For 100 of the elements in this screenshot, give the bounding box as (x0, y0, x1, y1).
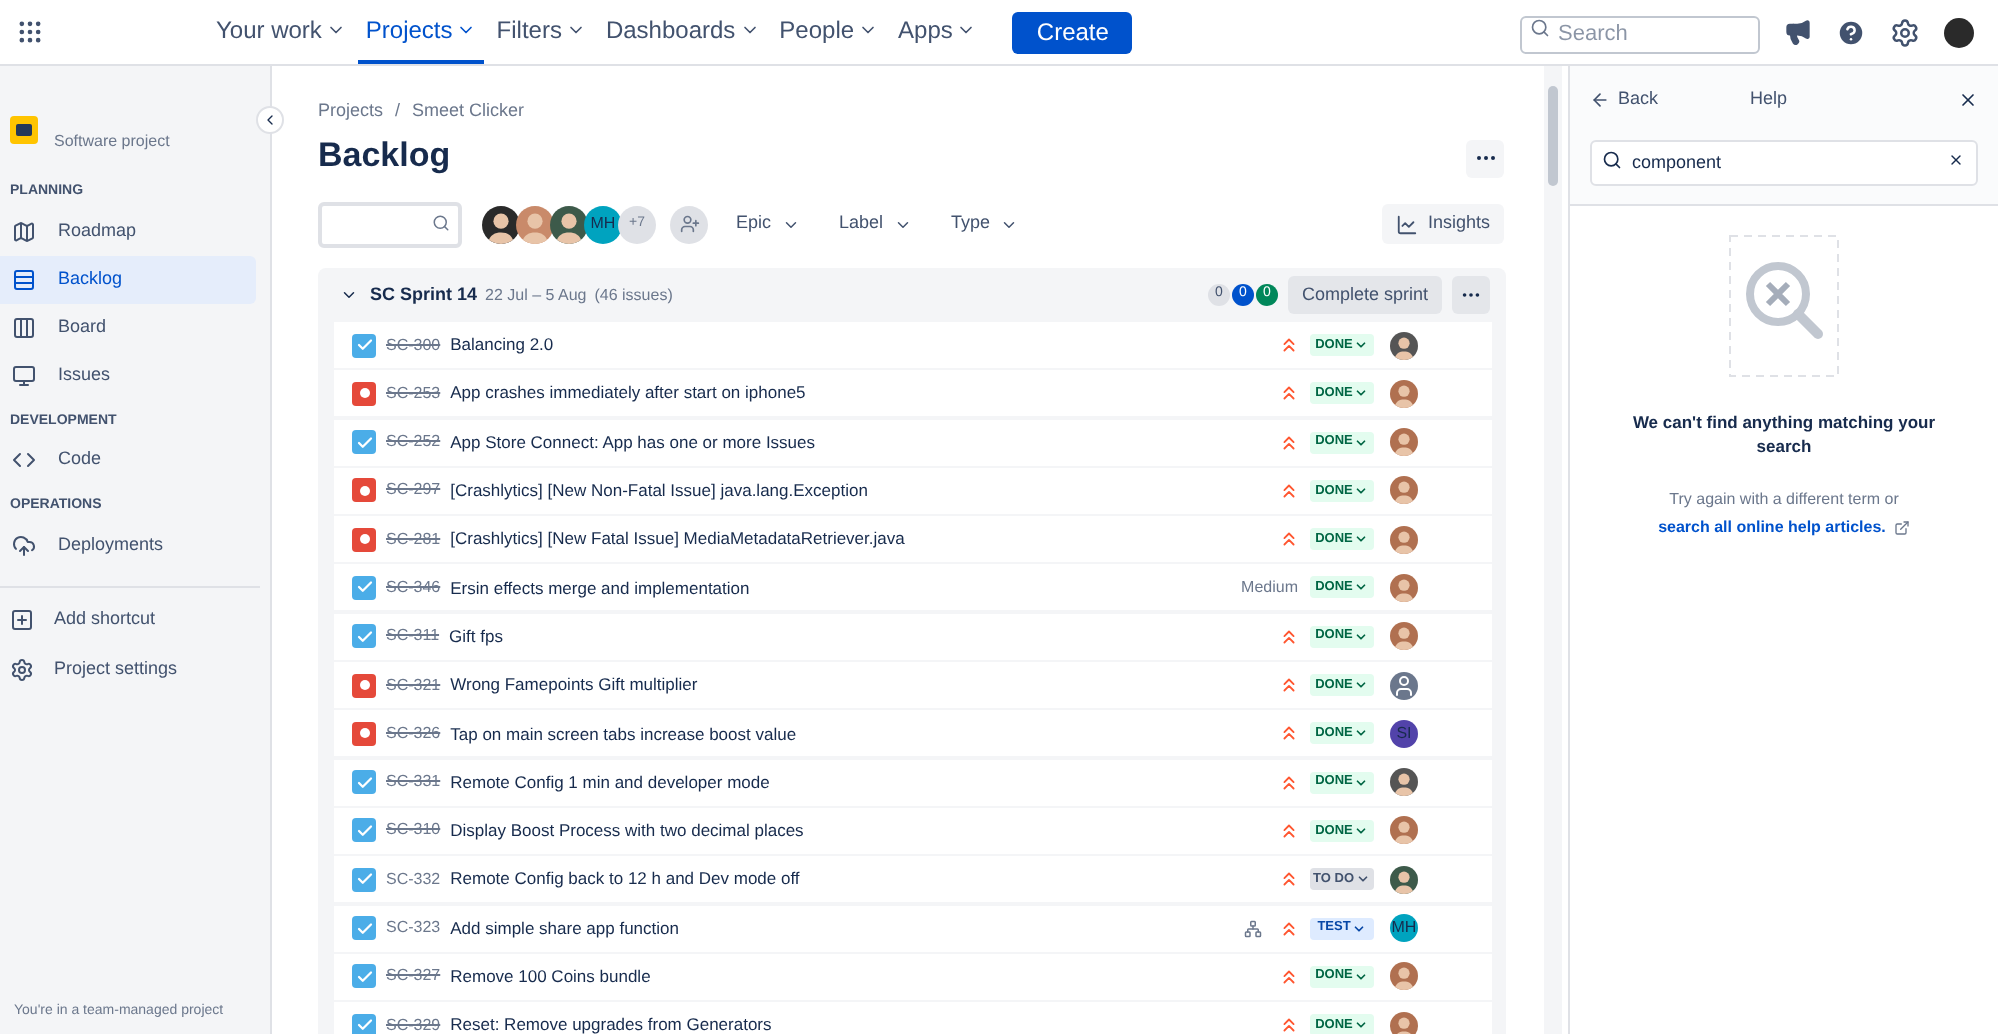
avatar: MH (1390, 914, 1418, 943)
no-results-icon (1728, 233, 1840, 377)
priority-icon (1278, 965, 1300, 988)
complete-sprint-button[interactable]: Complete sprint (1287, 276, 1442, 314)
issue-key[interactable]: SC-329 (386, 1013, 441, 1034)
issue-key[interactable]: SC-321 (386, 673, 441, 698)
priority-icon (1278, 771, 1300, 794)
issue-summary: Display Boost Process with two decimal places (450, 818, 804, 844)
back-button[interactable]: Back (1590, 86, 1659, 114)
issue-summary: Gift fps (449, 623, 503, 650)
nav-menu[interactable]: Apps (890, 0, 985, 64)
breadcrumb-link[interactable]: Smeet Clicker (412, 98, 525, 125)
priority-icon (1278, 674, 1300, 697)
more-button[interactable] (1466, 139, 1504, 178)
issue-summary: Remote Config back to 12 h and Dev mode off (450, 866, 800, 893)
help-link[interactable]: search all online help articles. (1658, 515, 1886, 539)
megaphone-icon[interactable] (1784, 18, 1812, 46)
sidebar-item[interactable]: Backlog (0, 255, 256, 303)
issue-key[interactable]: SC-311 (386, 624, 440, 649)
avatar (1390, 671, 1418, 700)
nav-menu[interactable]: Filters (488, 0, 594, 64)
settings-icon[interactable] (1890, 17, 1920, 47)
collapse-button[interactable] (256, 106, 284, 134)
issue-summary: Wrong Famepoints Gift multiplier (450, 672, 698, 698)
scrollbar[interactable] (1544, 66, 1562, 1034)
cloud-upload-icon (12, 533, 36, 557)
priority-icon (1278, 917, 1300, 940)
filter-dropdown[interactable]: Label (839, 210, 912, 238)
search-icon (1530, 18, 1550, 38)
issue-key[interactable]: SC-253 (386, 381, 441, 406)
issue-summary: Add simple share app function (450, 915, 679, 941)
priority-icon (1278, 334, 1300, 356)
search-field[interactable]: Search (1520, 15, 1760, 53)
sidebar-item[interactable]: Code (0, 436, 256, 484)
chevron-left-icon (262, 112, 278, 128)
clear-icon[interactable] (1948, 152, 1964, 168)
chevron-down-icon (1354, 386, 1369, 401)
chevron-down-icon (1354, 823, 1369, 838)
sidebar-item[interactable]: Issues (0, 351, 256, 399)
issue-summary: Remote Config 1 min and developer mode (450, 769, 770, 796)
issue-count: (46 issues) (594, 283, 673, 307)
filter-dropdown[interactable]: Type (951, 210, 1019, 238)
avatar: MH (584, 205, 622, 243)
sidebar-item[interactable]: Board (0, 303, 256, 351)
filter-dropdown[interactable]: Epic (736, 210, 800, 238)
project-icon (10, 116, 38, 144)
issue-key[interactable]: SC-300 (386, 333, 441, 357)
nav-menu[interactable]: Dashboards (597, 0, 768, 64)
close-icon[interactable] (1958, 90, 1978, 110)
issue-key[interactable]: SC-252 (386, 430, 441, 455)
issue-summary: App crashes immediately after start on iphone5 (450, 380, 806, 407)
issue-summary: App Store Connect: App has one or more Issues (450, 429, 816, 455)
issue-key[interactable]: SC-310 (386, 818, 441, 843)
priority-icon (1278, 479, 1300, 502)
create-button[interactable]: Create (1012, 11, 1133, 53)
collapse-icon[interactable] (340, 286, 358, 304)
chevron-down-icon (1354, 969, 1369, 984)
settings-icon (10, 658, 34, 682)
nav-menu[interactable]: Your work (208, 0, 354, 64)
chart-icon (1395, 213, 1418, 235)
chevron-down-icon (1354, 338, 1369, 352)
sidebar-item[interactable]: Add shortcut (0, 595, 256, 645)
add-person-icon[interactable] (670, 205, 708, 243)
priority-icon (1278, 431, 1300, 454)
profile-avatar[interactable] (1944, 17, 1974, 47)
issue-key[interactable]: SC-346 (386, 575, 441, 600)
issue-key[interactable]: SC-297 (386, 478, 441, 503)
help-icon[interactable] (1836, 17, 1866, 47)
insights-button[interactable]: Insights (1381, 204, 1504, 244)
sidebar-item[interactable]: Project settings (0, 645, 256, 695)
issue-summary: Reset: Remove upgrades from Generators (450, 1012, 772, 1034)
issue-key[interactable]: SC-281 (386, 527, 441, 552)
list-icon (12, 267, 36, 291)
nav-menu[interactable]: Projects (357, 0, 485, 64)
chevron-down-icon (1354, 580, 1369, 595)
issue-key[interactable]: SC-327 (386, 964, 441, 989)
sprint-dates: 22 Jul – 5 Aug (485, 283, 587, 307)
search-icon (432, 213, 450, 232)
help-search-field[interactable]: component (1590, 139, 1978, 185)
chevron-down-icon (1354, 775, 1369, 790)
breadcrumb-separator: / (395, 98, 401, 124)
issue-key[interactable]: SC-326 (386, 721, 441, 746)
empty-text: Try again with a different term or (1667, 487, 1901, 511)
sidebar-item[interactable]: Roadmap (0, 207, 256, 255)
breadcrumb-link[interactable]: Projects (318, 98, 384, 125)
issue-key[interactable]: SC-323 (386, 916, 441, 941)
issue-summary: Remove 100 Coins bundle (450, 963, 651, 990)
monitor-icon (12, 363, 36, 387)
external-link-icon (1893, 519, 1910, 535)
issue-summary: Ersin effects merge and implementation (450, 575, 750, 601)
issue-summary: [Crashlytics] [New Fatal Issue] MediaMetadataRetriever.java (450, 526, 905, 553)
panel-title: Help (1750, 86, 1788, 113)
issue-key[interactable]: SC-331 (386, 770, 441, 795)
issue-key[interactable]: SC-332 (386, 867, 441, 892)
nav-menu[interactable]: People (771, 0, 887, 64)
priority-icon (1277, 868, 1300, 891)
sidebar-item[interactable]: Deployments (0, 521, 256, 569)
app-switcher-icon[interactable] (16, 18, 44, 46)
issue-summary: [Crashlytics] [New Non-Fatal Issue] java.lang.Exception (450, 478, 868, 504)
search-field[interactable] (318, 202, 462, 249)
